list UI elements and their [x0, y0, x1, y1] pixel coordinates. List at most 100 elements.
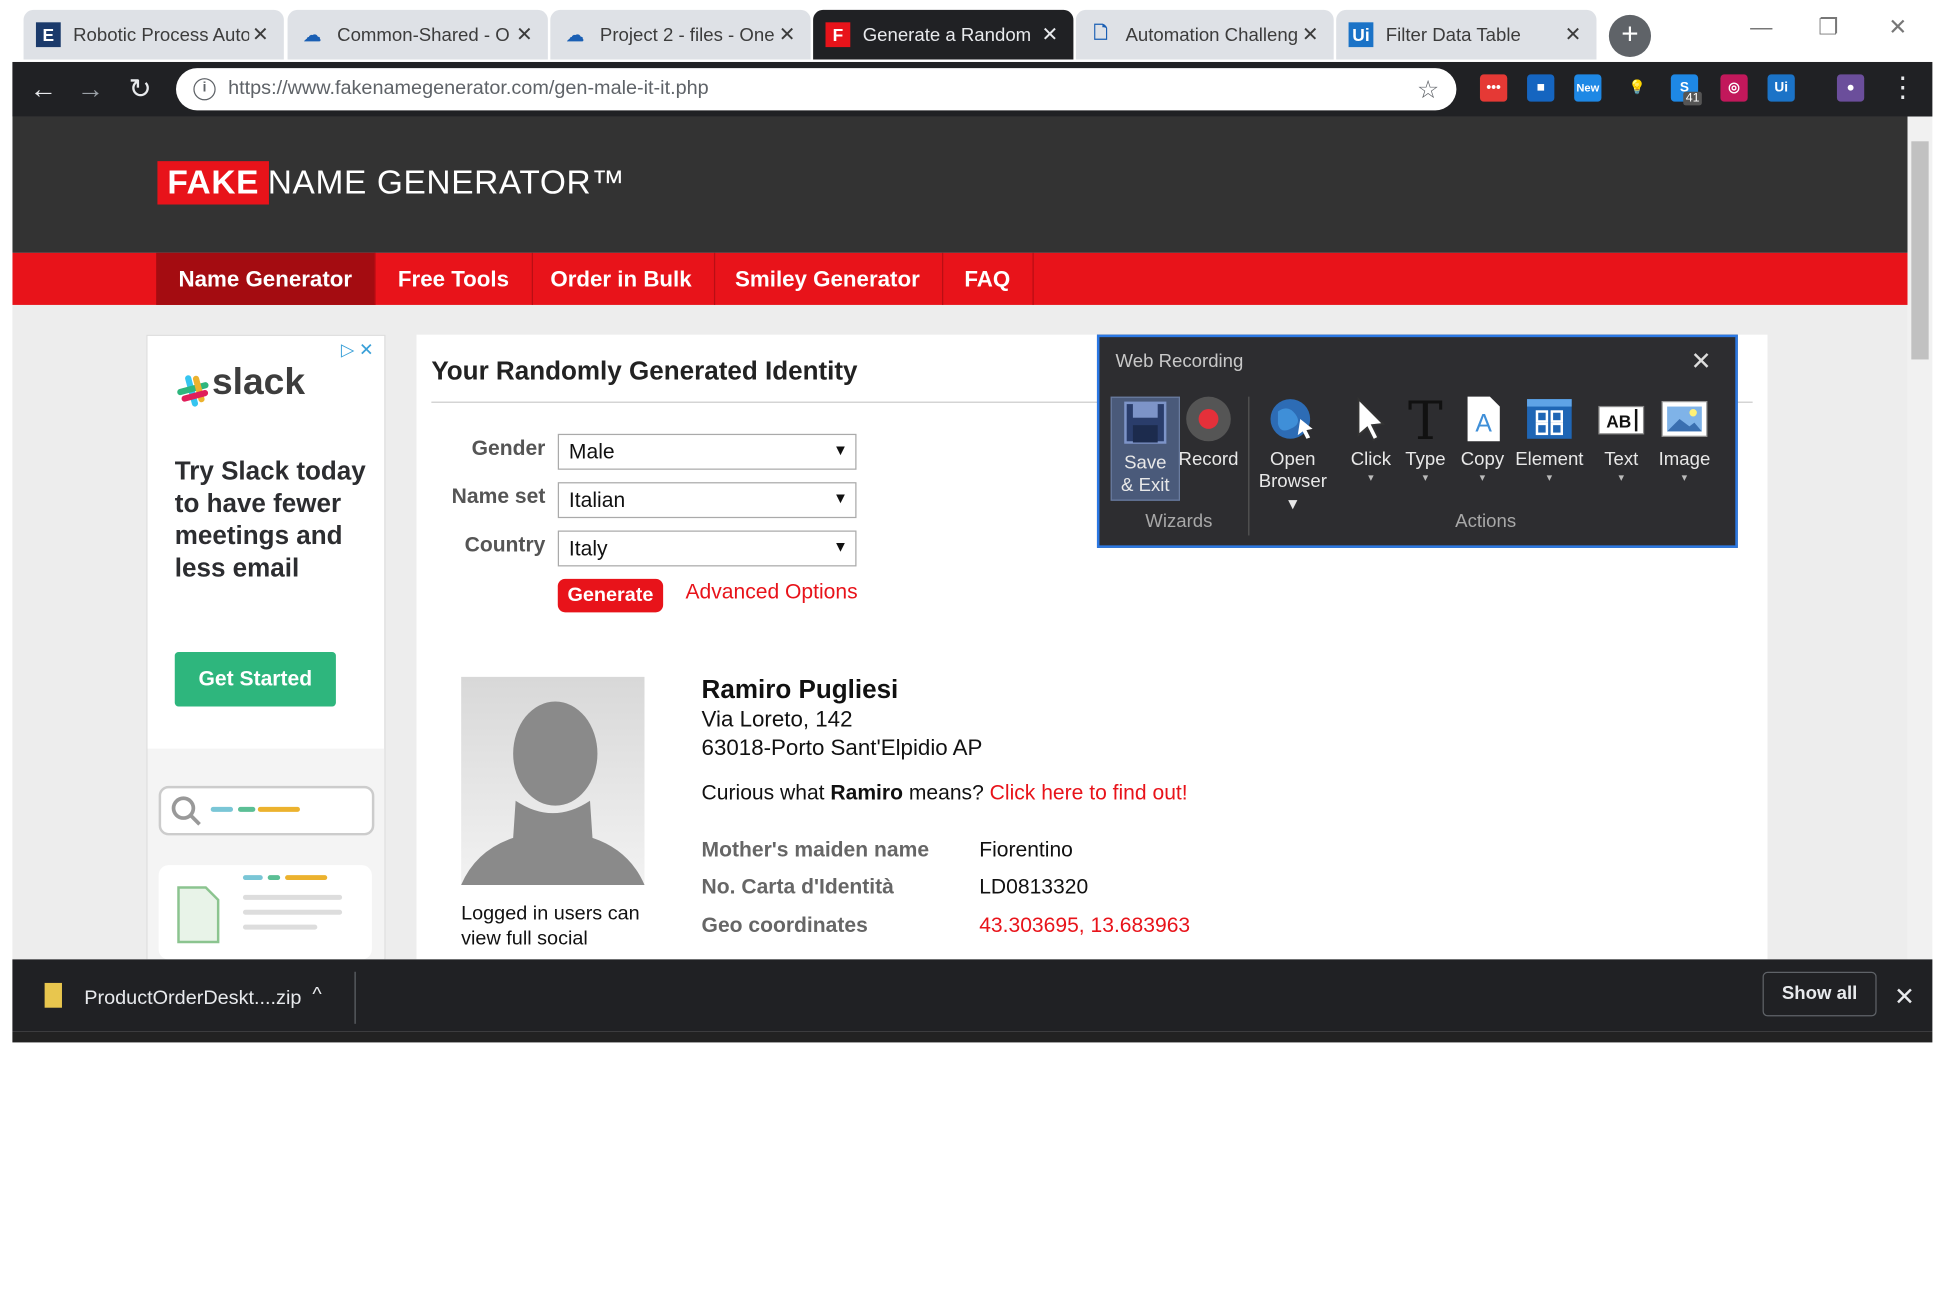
get-started-button[interactable]: Get Started [174, 651, 336, 707]
recorder-tool-label: Open Browser ▾ [1258, 448, 1327, 515]
nav-item-smiley-generator[interactable]: Smiley Generator [713, 252, 944, 305]
tab-title: Common-Shared - O [337, 24, 510, 46]
browser-tab-1[interactable]: E Robotic Process Auto ✕ [23, 9, 284, 60]
slack-wordmark: slack [211, 361, 306, 403]
curious-name: Ramiro [830, 780, 903, 805]
browser-tab-3[interactable]: ☁ Project 2 - files - One ✕ [550, 9, 811, 60]
download-separator [354, 971, 356, 1024]
restore-button[interactable]: ❐ [1797, 15, 1859, 41]
svg-text:A: A [1475, 410, 1492, 437]
slack-logo-icon [177, 375, 209, 407]
element-icon [1525, 394, 1575, 444]
recorder-close-icon[interactable]: ✕ [1691, 346, 1712, 377]
tab-close-icon[interactable]: ✕ [776, 22, 798, 47]
ext-blue-square-icon[interactable]: ■ [1527, 74, 1555, 102]
download-filename[interactable]: ProductOrderDeskt....zip [84, 988, 301, 1010]
wizards-group-label: Wizards [1145, 510, 1213, 532]
scrollbar-thumb[interactable] [1911, 141, 1929, 360]
tab-close-icon[interactable]: ✕ [513, 22, 535, 47]
recorder-text-button[interactable]: AB Text ▾ [1587, 394, 1656, 483]
name-meaning-link[interactable]: Click here to find out! [990, 781, 1188, 805]
advanced-options-link[interactable]: Advanced Options [685, 580, 857, 605]
group-divider [1248, 396, 1250, 536]
ext-instagram-icon[interactable]: ◎ [1720, 74, 1748, 102]
new-tab-button[interactable]: + [1608, 14, 1652, 58]
ext-new-icon[interactable]: New [1574, 74, 1602, 102]
tab-close-icon[interactable]: ✕ [249, 22, 271, 47]
recorder-tool-label: Element [1515, 448, 1584, 470]
browser-tab-6[interactable]: Ui Filter Data Table ✕ [1336, 9, 1597, 60]
bookmark-star-icon[interactable]: ☆ [1417, 74, 1439, 105]
nameset-select[interactable]: Italian ▼ [557, 482, 857, 519]
url-path: /gen-male-it-it.php [548, 78, 709, 100]
tab-favicon-icon: ☁ [566, 24, 584, 45]
ad-document-illustration [158, 865, 372, 960]
person-name: Ramiro Pugliesi [701, 675, 899, 705]
nav-item-faq[interactable]: FAQ [942, 252, 1034, 305]
detail-value[interactable]: 43.303695, 13.683963 [979, 914, 1190, 939]
ext-bulb-icon[interactable]: 💡 [1624, 74, 1651, 101]
actions-group-label: Actions [1455, 510, 1517, 532]
nav-item-order-in-bulk[interactable]: Order in Bulk [528, 252, 716, 305]
url-host: https://www.fakenamegenerator.com [228, 78, 549, 100]
tab-close-icon[interactable]: ✕ [1039, 22, 1061, 47]
tab-close-icon[interactable]: ✕ [1299, 22, 1321, 47]
download-options-icon[interactable]: ^ [312, 984, 321, 1006]
country-select[interactable]: Italy ▼ [557, 530, 857, 567]
recorder-open-button[interactable]: Open Browser ▾ [1258, 394, 1327, 515]
generate-button[interactable]: Generate [557, 578, 664, 613]
window-close-button[interactable]: ✕ [1867, 15, 1929, 41]
browser-tab-4[interactable]: F Generate a Random ✕ [813, 9, 1074, 60]
back-button[interactable]: ← [24, 69, 64, 109]
ext-red-icon[interactable]: ••• [1479, 74, 1508, 102]
logo-name[interactable]: NAME GENERATOR™ [268, 164, 626, 202]
nav-item-name-generator[interactable]: Name Generator [156, 252, 376, 305]
tab-title: Project 2 - files - One [599, 24, 775, 46]
address-bar[interactable]: i https://www.fakenamegenerator.com/gen-… [176, 68, 1457, 111]
tab-title: Automation Challeng [1125, 24, 1299, 46]
reload-button[interactable]: ↻ [120, 69, 160, 109]
tab-favicon-icon: Ui [1348, 22, 1374, 48]
dropdown-caret-icon[interactable]: ▾ [1515, 471, 1584, 483]
curious-prefix: Curious what [701, 780, 831, 805]
open-icon [1268, 394, 1318, 444]
page-title: Your Randomly Generated Identity [431, 356, 858, 386]
save-icon [1121, 398, 1171, 448]
dropdown-caret-icon[interactable]: ▾ [1448, 471, 1517, 483]
recorder-copy-button[interactable]: A Copy ▾ [1448, 394, 1517, 483]
browser-menu-icon[interactable]: ⋮ [1889, 72, 1916, 104]
download-bar-close-icon[interactable]: ✕ [1894, 982, 1915, 1013]
photo-caption: Logged in users can view full social [461, 903, 640, 950]
recorder-tool-label: Save & Exit [1121, 452, 1170, 496]
logo-fake[interactable]: FAKE [157, 161, 269, 205]
recorder-save-button[interactable]: Save & Exit [1110, 396, 1181, 501]
copy-icon: A [1458, 394, 1508, 444]
detail-label: No. Carta d'Identità [701, 875, 894, 899]
ext-uipath-icon[interactable]: Ui [1767, 74, 1795, 102]
minimize-button[interactable]: — [1730, 15, 1792, 41]
browser-tab-2[interactable]: ☁ Common-Shared - O ✕ [287, 9, 548, 60]
site-info-icon[interactable]: i [193, 78, 216, 101]
record-icon [1184, 394, 1234, 444]
recorder-image-button[interactable]: Image ▾ [1650, 394, 1719, 483]
address-line-1: Via Loreto, 142 [701, 706, 853, 732]
browser-tab-5[interactable]: 🗋 Automation Challeng ✕ [1075, 9, 1334, 60]
tab-close-icon[interactable]: ✕ [1562, 22, 1584, 47]
gender-select[interactable]: Male ▼ [557, 433, 857, 470]
dropdown-caret-icon[interactable]: ▾ [1650, 471, 1719, 483]
extension-badge: 41 [1683, 91, 1702, 106]
show-all-button[interactable]: Show all [1762, 971, 1877, 1017]
tab-favicon-icon: ☁ [303, 24, 322, 45]
detail-value: Fiorentino [979, 837, 1073, 862]
dropdown-caret-icon[interactable]: ▾ [1587, 471, 1656, 483]
recorder-tool-label: Copy [1460, 448, 1505, 470]
recorder-record-button[interactable]: Record [1174, 394, 1243, 471]
nav-item-free-tools[interactable]: Free Tools [376, 252, 533, 305]
recorder-element-button[interactable]: Element ▾ [1515, 394, 1584, 483]
recorder-tool-label: Record [1178, 448, 1239, 470]
gender-label: Gender [471, 436, 546, 460]
recorder-tool-label: Text [1604, 448, 1639, 470]
forward-button[interactable]: → [71, 69, 111, 109]
ad-choices-icon[interactable]: ▷ ✕ [341, 340, 374, 361]
ext-avatar-icon[interactable]: ● [1836, 74, 1865, 102]
